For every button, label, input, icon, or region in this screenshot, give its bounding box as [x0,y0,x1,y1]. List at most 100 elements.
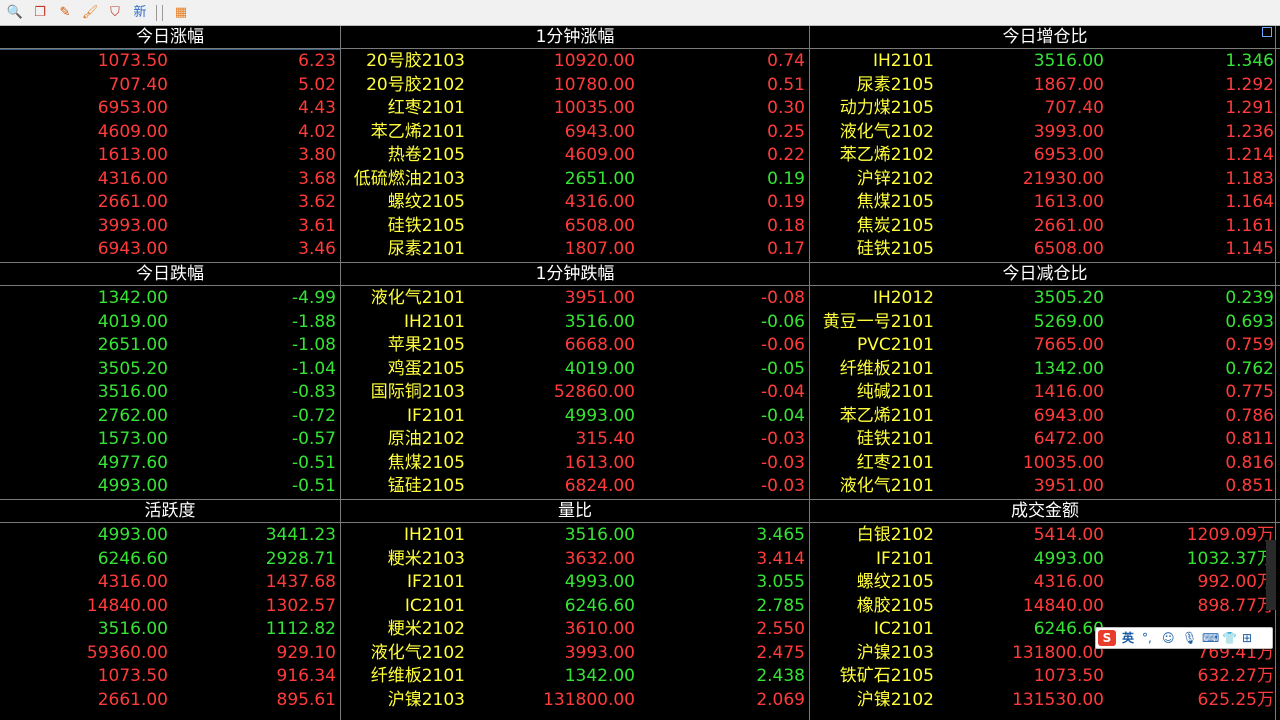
table-row[interactable]: 1073.50 6.23 [0,50,340,74]
panel-title[interactable]: 1分钟跌幅 [341,263,809,286]
table-row[interactable]: 20号胶2102 10780.00 0.51 [341,74,809,98]
contract-name[interactable]: 硅铁2105 [388,215,465,239]
contract-name[interactable]: 尿素2105 [857,74,934,98]
table-row[interactable]: 苹果2105 6668.00 -0.06 [341,334,809,358]
table-row[interactable]: 1573.00 -0.57 [0,428,340,452]
table-row[interactable]: 热卷2105 4609.00 0.22 [341,144,809,168]
paint-icon[interactable]: 🖌 [81,4,99,22]
table-row[interactable]: 鸡蛋2105 4019.00 -0.05 [341,358,809,382]
contract-name[interactable]: 液化气2102 [371,642,465,666]
table-row[interactable]: 6246.60 2928.71 [0,548,340,572]
table-row[interactable]: 红枣2101 10035.00 0.816 [810,452,1280,476]
emoji-icon[interactable]: ☺ [1162,628,1175,648]
table-row[interactable]: 焦煤2105 1613.00 -0.03 [341,452,809,476]
contract-name[interactable]: 鸡蛋2105 [388,358,465,382]
table-row[interactable]: 粳米2102 3610.00 2.550 [341,618,809,642]
contract-name[interactable]: 20号胶2103 [366,50,465,74]
table-row[interactable]: IF2101 4993.00 -0.04 [341,405,809,429]
contract-name[interactable]: 焦煤2105 [388,452,465,476]
pen-icon[interactable]: ✎ [56,4,74,22]
table-row[interactable]: 硅铁2105 6508.00 0.18 [341,215,809,239]
contract-name[interactable]: 螺纹2105 [857,571,934,595]
contract-name[interactable]: 热卷2105 [388,144,465,168]
table-row[interactable]: 沪镍2102 131530.00 625.25万 [810,689,1280,713]
table-row[interactable]: 硅铁2105 6508.00 1.145 [810,238,1280,262]
contract-name[interactable]: 20号胶2102 [366,74,465,98]
contract-name[interactable]: 螺纹2105 [388,191,465,215]
contract-name[interactable]: IH2101 [404,311,465,335]
table-row[interactable]: 低硫燃油2103 2651.00 0.19 [341,168,809,192]
contract-name[interactable]: 沪镍2102 [857,689,934,713]
contract-name[interactable]: 尿素2101 [388,238,465,262]
contract-name[interactable]: IH2101 [873,50,934,74]
contract-name[interactable]: 红枣2101 [388,97,465,121]
contract-name[interactable]: 国际铜2103 [371,381,465,405]
search-icon[interactable]: 🔍 [6,4,24,22]
panel-title[interactable]: 1分钟涨幅 [341,26,809,49]
table-row[interactable]: IF2101 4993.00 3.055 [341,571,809,595]
calculator-icon[interactable]: ▦ [172,4,190,22]
contract-name[interactable]: 焦煤2105 [857,191,934,215]
table-row[interactable]: 粳米2103 3632.00 3.414 [341,548,809,572]
contract-name[interactable]: 粳米2102 [388,618,465,642]
contract-name[interactable]: 黄豆一号2101 [823,311,934,335]
table-row[interactable]: 2661.00 895.61 [0,689,340,713]
table-row[interactable]: 2661.00 3.62 [0,191,340,215]
table-row[interactable]: 1613.00 3.80 [0,144,340,168]
contract-name[interactable]: PVC2101 [857,334,934,358]
panel-title[interactable]: 成交金额 [810,500,1280,523]
table-row[interactable]: 707.40 5.02 [0,74,340,98]
table-row[interactable]: 4993.00 3441.23 [0,524,340,548]
table-row[interactable]: 液化气2101 3951.00 0.851 [810,475,1280,499]
contract-name[interactable]: 原油2102 [388,428,465,452]
table-row[interactable]: 螺纹2105 4316.00 0.19 [341,191,809,215]
panel-title[interactable]: 今日跌幅 [0,263,340,286]
table-row[interactable]: 4316.00 3.68 [0,168,340,192]
new-icon[interactable]: 新 [131,4,149,22]
window-stack-icon[interactable]: ❐ [31,4,49,22]
table-row[interactable]: 3516.00 1112.82 [0,618,340,642]
table-row[interactable]: 14840.00 1302.57 [0,595,340,619]
contract-name[interactable]: IC2101 [405,595,465,619]
table-row[interactable]: 尿素2105 1867.00 1.292 [810,74,1280,98]
contract-name[interactable]: 焦炭2105 [857,215,934,239]
table-row[interactable]: IC2101 6246.60 2.785 [341,595,809,619]
contract-name[interactable]: 苯乙烯2102 [840,144,934,168]
table-row[interactable]: 苯乙烯2101 6943.00 0.786 [810,405,1280,429]
table-row[interactable]: 3993.00 3.61 [0,215,340,239]
table-row[interactable]: 纤维板2101 1342.00 0.762 [810,358,1280,382]
table-row[interactable]: 尿素2101 1807.00 0.17 [341,238,809,262]
table-row[interactable]: 4993.00 -0.51 [0,475,340,499]
contract-name[interactable]: 锰硅2105 [388,475,465,499]
contract-name[interactable]: 粳米2103 [388,548,465,572]
table-row[interactable]: 国际铜2103 52860.00 -0.04 [341,381,809,405]
table-row[interactable]: IH2101 3516.00 3.465 [341,524,809,548]
panel-title[interactable]: 活跃度 [0,500,340,523]
maximize-icon[interactable] [1262,27,1272,37]
contract-name[interactable]: IH2012 [873,287,934,311]
table-row[interactable]: 3516.00 -0.83 [0,381,340,405]
table-row[interactable]: 2651.00 -1.08 [0,334,340,358]
contract-name[interactable]: 苯乙烯2101 [840,405,934,429]
table-row[interactable]: 纤维板2101 1342.00 2.438 [341,665,809,689]
table-row[interactable]: IH2101 3516.00 1.346 [810,50,1280,74]
table-row[interactable]: 原油2102 315.40 -0.03 [341,428,809,452]
table-row[interactable]: 20号胶2103 10920.00 0.74 [341,50,809,74]
table-row[interactable]: 2762.00 -0.72 [0,405,340,429]
table-row[interactable]: 白银2102 5414.00 1209.09万 [810,524,1280,548]
table-row[interactable]: 纯碱2101 1416.00 0.775 [810,381,1280,405]
ime-language-label[interactable]: 英 [1122,628,1134,648]
panel-title[interactable]: 今日涨幅 [0,26,340,49]
table-row[interactable]: PVC2101 7665.00 0.759 [810,334,1280,358]
table-row[interactable]: 焦煤2105 1613.00 1.164 [810,191,1280,215]
table-row[interactable]: 6953.00 4.43 [0,97,340,121]
table-row[interactable]: 液化气2102 3993.00 1.236 [810,121,1280,145]
contract-name[interactable]: 白银2102 [857,524,934,548]
clothes-icon[interactable]: 👕 [1222,628,1237,648]
contract-name[interactable]: IC2101 [874,618,934,642]
contract-name[interactable]: 低硫燃油2103 [354,168,465,192]
filter-icon[interactable]: ⛉ [106,4,124,22]
contract-name[interactable]: 动力煤2105 [840,97,934,121]
grid-menu-icon[interactable]: ⊞ [1242,628,1252,648]
contract-name[interactable]: 橡胶2105 [857,595,934,619]
